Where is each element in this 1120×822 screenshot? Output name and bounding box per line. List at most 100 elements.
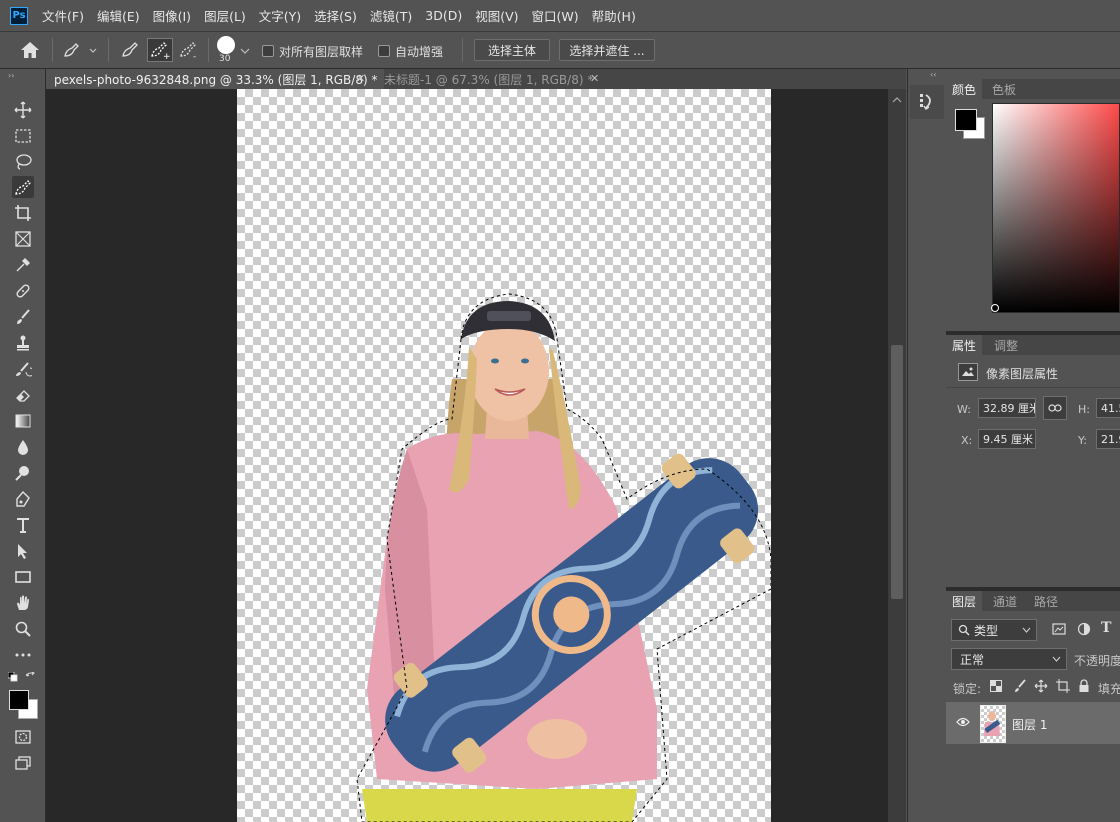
blend-mode-select[interactable]: 正常 <box>951 648 1067 670</box>
y-field[interactable]: 21.9 <box>1096 429 1120 449</box>
crop-tool-icon[interactable] <box>12 202 34 224</box>
gradient-tool-icon[interactable] <box>12 410 34 432</box>
tool-preset-brush-icon[interactable] <box>62 41 98 62</box>
hand-tool-icon[interactable] <box>12 592 34 614</box>
subtract-from-selection-icon[interactable]: - <box>178 40 200 63</box>
document-tabs: pexels-photo-9632848.png @ 33.3% (图层 1, … <box>46 69 906 89</box>
tab-properties[interactable]: 属性 <box>946 335 983 355</box>
select-and-mask-button[interactable]: 选择并遮住 ... <box>559 39 655 61</box>
home-icon[interactable] <box>20 41 40 62</box>
x-field[interactable]: 9.45 厘米 <box>978 429 1036 449</box>
clone-stamp-tool-icon[interactable] <box>12 332 34 354</box>
path-selection-tool-icon[interactable] <box>12 540 34 562</box>
quick-mask-icon[interactable] <box>12 726 34 748</box>
document-canvas[interactable] <box>237 89 771 822</box>
visibility-eye-icon[interactable] <box>956 716 970 730</box>
menu-layer[interactable]: 图层(L) <box>204 6 246 25</box>
sample-all-layers-label: 对所有图层取样 <box>279 45 364 59</box>
add-to-selection-icon[interactable]: + <box>147 38 173 62</box>
lock-transparent-icon[interactable] <box>990 680 1002 695</box>
svg-text:+: + <box>163 52 171 61</box>
menu-edit[interactable]: 编辑(E) <box>97 6 140 25</box>
marquee-tool-icon[interactable] <box>12 125 34 147</box>
menu-type[interactable]: 文字(Y) <box>259 6 301 25</box>
menu-window[interactable]: 窗口(W) <box>532 6 579 25</box>
eraser-tool-icon[interactable] <box>12 384 34 406</box>
chevron-down-icon <box>1052 656 1061 662</box>
quick-selection-tool-icon[interactable] <box>12 176 34 198</box>
new-selection-icon[interactable] <box>120 40 142 63</box>
more-tools-icon[interactable] <box>12 644 34 666</box>
rectangle-tool-icon[interactable] <box>12 566 34 588</box>
link-icon[interactable] <box>1043 396 1067 420</box>
pen-tool-icon[interactable] <box>12 488 34 510</box>
history-brush-tool-icon[interactable] <box>12 358 34 380</box>
type-tool-icon[interactable] <box>12 514 34 536</box>
menu-3d[interactable]: 3D(D) <box>425 8 462 23</box>
layer-thumbnail <box>980 705 1006 743</box>
width-field[interactable]: 32.89 厘米 <box>978 398 1036 418</box>
brush-size-value: 30 <box>219 54 231 64</box>
lock-artboard-icon[interactable] <box>1056 679 1070 696</box>
color-picker-cursor[interactable] <box>991 304 999 312</box>
tab-document-1[interactable]: pexels-photo-9632848.png @ 33.3% (图层 1, … <box>46 69 384 89</box>
height-field[interactable]: 41.5 <box>1096 398 1120 418</box>
collapse-toolbar-icon[interactable]: ›› <box>8 71 14 80</box>
sample-all-layers-checkbox[interactable] <box>262 45 274 57</box>
x-label: X: <box>961 434 973 447</box>
lock-all-icon[interactable] <box>1078 679 1090 696</box>
dodge-tool-icon[interactable] <box>12 462 34 484</box>
tab-document-2[interactable]: 未标题-1 @ 67.3% (图层 1, RGB/8) * <box>376 69 614 89</box>
search-icon <box>958 624 970 636</box>
layer-filter-select[interactable]: 类型 <box>951 619 1037 641</box>
lasso-tool-icon[interactable] <box>12 151 34 173</box>
close-icon[interactable]: ✕ <box>590 72 599 85</box>
zoom-tool-icon[interactable] <box>12 618 34 640</box>
scroll-up-icon[interactable] <box>892 93 902 107</box>
layer-filter-value: 类型 <box>974 623 999 638</box>
menu-file[interactable]: 文件(F) <box>42 6 84 25</box>
blur-tool-icon[interactable] <box>12 436 34 458</box>
menu-filter[interactable]: 滤镜(T) <box>370 6 412 25</box>
foreground-color-swatch[interactable] <box>955 109 977 131</box>
eyedropper-tool-icon[interactable] <box>12 254 34 276</box>
menu-image[interactable]: 图像(I) <box>153 6 191 25</box>
lock-position-icon[interactable] <box>1034 679 1048 696</box>
menu-help[interactable]: 帮助(H) <box>592 6 636 25</box>
vertical-scrollbar[interactable] <box>888 89 906 822</box>
move-tool-icon[interactable] <box>12 99 34 121</box>
brush-size-preview-icon[interactable] <box>217 36 235 54</box>
filter-pixel-icon[interactable] <box>1052 622 1066 639</box>
chevron-down-icon[interactable] <box>240 44 250 58</box>
menu-select[interactable]: 选择(S) <box>314 6 357 25</box>
tab-swatches[interactable]: 色板 <box>986 79 1022 99</box>
screen-mode-icon[interactable] <box>12 752 34 774</box>
tab-channels[interactable]: 通道 <box>987 591 1023 611</box>
select-subject-button[interactable]: 选择主体 <box>474 39 550 61</box>
default-colors-icon[interactable] <box>7 671 18 685</box>
swap-colors-icon[interactable] <box>25 671 36 685</box>
history-panel-button[interactable] <box>910 85 944 119</box>
menu-view[interactable]: 视图(V) <box>475 6 518 25</box>
scroll-thumb[interactable] <box>891 345 903 599</box>
layers-panel-tabs: 图层 通道 路径 <box>946 591 1120 611</box>
layer-row[interactable]: 图层 1 <box>946 702 1120 744</box>
tab-adjustments[interactable]: 调整 <box>988 335 1024 355</box>
close-icon[interactable]: ✕ <box>356 72 365 85</box>
tab-layers[interactable]: 图层 <box>946 591 983 611</box>
color-panel-tabs: 颜色 色板 <box>946 79 1120 99</box>
frame-tool-icon[interactable] <box>12 228 34 250</box>
healing-brush-tool-icon[interactable] <box>12 280 34 302</box>
tab-color[interactable]: 颜色 <box>946 79 983 99</box>
lock-brush-icon[interactable] <box>1013 679 1027 696</box>
brush-tool-icon[interactable] <box>12 306 34 328</box>
collapse-panels-icon[interactable]: ‹‹ <box>930 70 936 79</box>
filter-type-icon[interactable]: T <box>1101 620 1111 636</box>
auto-enhance-checkbox[interactable] <box>378 45 390 57</box>
tab-paths[interactable]: 路径 <box>1028 591 1064 611</box>
color-picker-field[interactable] <box>991 103 1120 313</box>
foreground-color-swatch[interactable] <box>9 690 29 710</box>
chevron-down-icon <box>1022 627 1031 633</box>
layer-name[interactable]: 图层 1 <box>1012 716 1047 733</box>
filter-adjustment-icon[interactable] <box>1077 622 1091 639</box>
